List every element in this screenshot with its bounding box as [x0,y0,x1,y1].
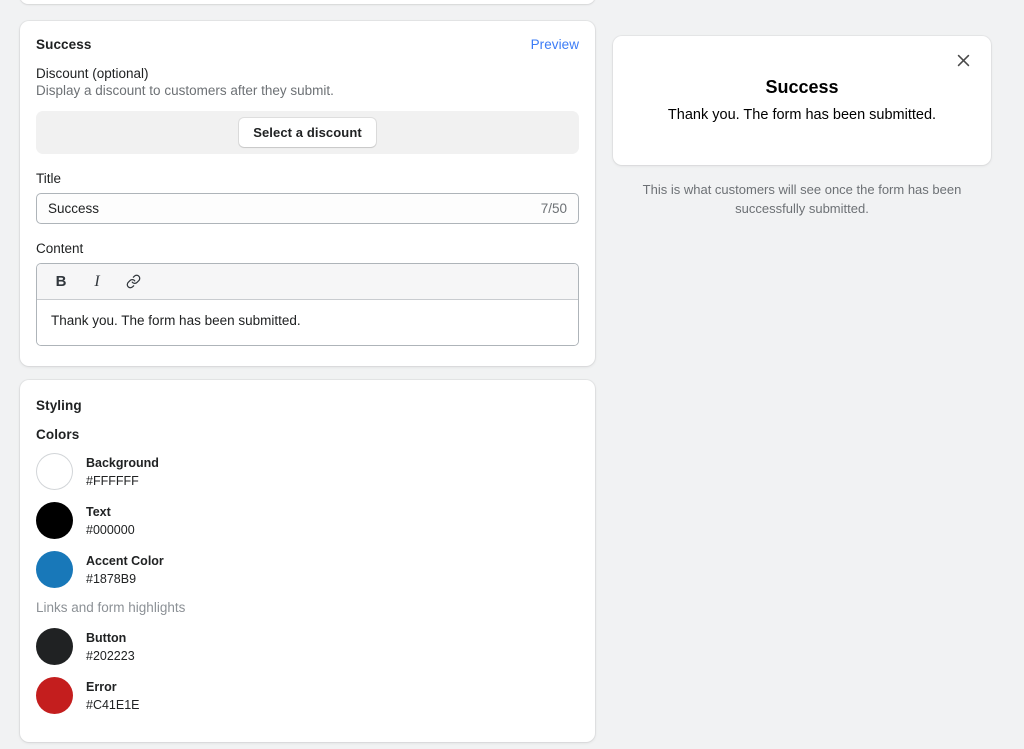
color-name: Button [86,630,127,645]
color-row-text[interactable]: Text #000000 [36,502,579,539]
bold-icon[interactable]: B [49,270,73,294]
discount-picker-zone: Select a discount [36,111,579,154]
title-field-label: Title [36,171,62,186]
left-column: Success Preview Discount (optional) Disp… [20,0,595,749]
color-name: Error [86,679,117,694]
color-row-background[interactable]: Background #FFFFFF [36,453,579,490]
preview-caption: This is what customers will see once the… [642,182,962,216]
content-editor-body[interactable]: Thank you. The form has been submitted. [37,300,578,345]
success-card-header: Success Preview [36,37,579,52]
title-input[interactable] [48,201,533,216]
title-char-counter: 7/50 [540,201,567,216]
editor-toolbar: B I [37,264,578,300]
styling-card: Styling Colors Background #FFFFFF Text #… [20,380,595,742]
color-info: Button #202223 [86,629,135,665]
preview-title: Success [765,77,839,97]
select-discount-button[interactable]: Select a discount [239,118,376,147]
preview-link[interactable]: Preview [531,37,579,52]
color-name: Text [86,504,111,519]
color-row-error[interactable]: Error #C41E1E [36,677,579,714]
color-swatch[interactable] [36,551,73,588]
discount-label: Discount (optional) [36,66,149,81]
success-preview-card: Success Thank you. The form has been sub… [613,36,991,165]
color-swatch[interactable] [36,502,73,539]
content-field-label: Content [36,241,84,256]
card-above-sliver [20,0,595,4]
color-swatch[interactable] [36,628,73,665]
link-icon[interactable] [121,270,145,294]
close-icon[interactable] [951,48,975,72]
preview-body: Thank you. The form has been submitted. [667,107,937,123]
color-hex: #C41E1E [86,697,140,712]
color-swatch[interactable] [36,677,73,714]
color-hex: #1878B9 [86,571,137,586]
color-name: Background [86,455,159,470]
success-settings-card: Success Preview Discount (optional) Disp… [20,21,595,366]
color-hex: #000000 [86,522,135,537]
color-info: Error #C41E1E [86,678,140,714]
color-row-accent[interactable]: Accent Color #1878B9 [36,551,579,588]
color-info: Background #FFFFFF [86,454,159,490]
color-info: Accent Color #1878B9 [86,552,164,588]
color-name: Accent Color [86,553,164,568]
color-info: Text #000000 [86,503,135,539]
right-column: Success Thank you. The form has been sub… [613,0,991,749]
discount-help-text: Display a discount to customers after th… [36,83,334,98]
color-swatch[interactable] [36,453,73,490]
color-hex: #202223 [86,648,135,663]
content-editor: B I Thank you. The form has been submitt… [36,263,579,346]
colors-heading: Colors [36,427,80,442]
italic-icon[interactable]: I [85,270,109,294]
styling-heading: Styling [36,398,82,413]
page-root: Success Preview Discount (optional) Disp… [0,0,1024,749]
accent-color-note: Links and form highlights [36,600,186,615]
color-row-button[interactable]: Button #202223 [36,628,579,665]
color-hex: #FFFFFF [86,473,139,488]
page-title: Success [36,37,92,52]
title-input-wrapper[interactable]: 7/50 [36,193,579,224]
